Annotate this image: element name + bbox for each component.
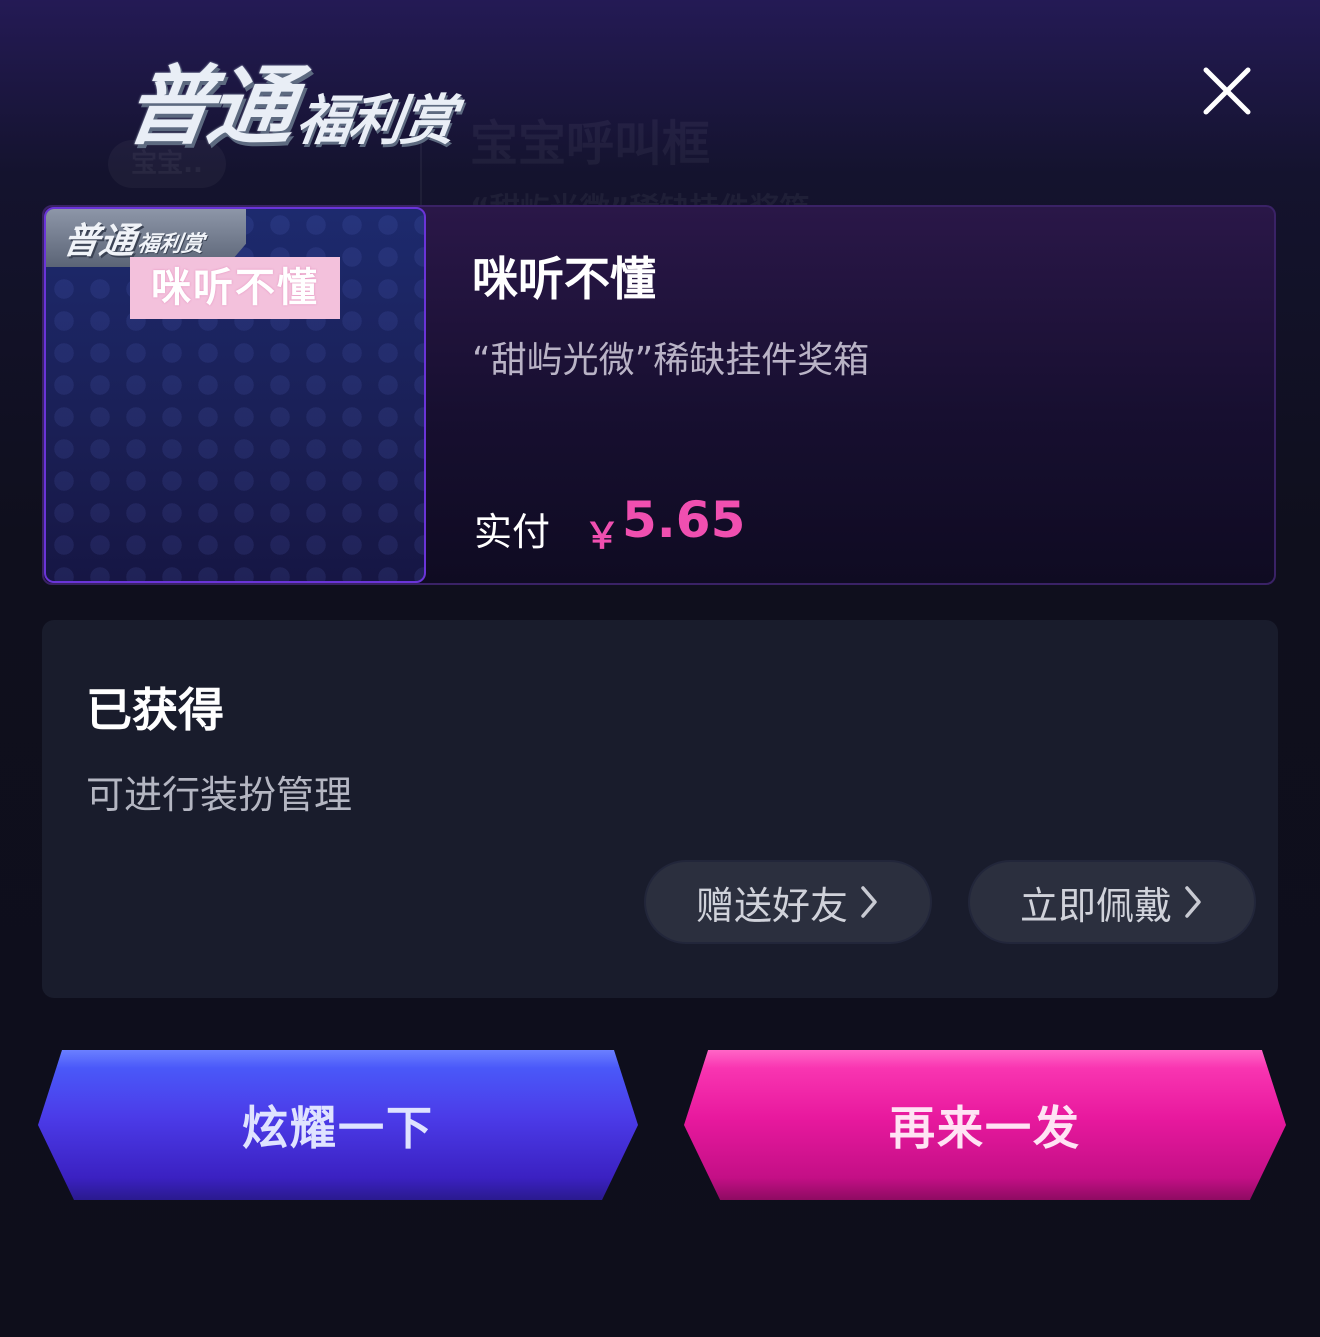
wear-now-button[interactable]: 立即佩戴 bbox=[968, 860, 1256, 944]
gift-friend-button[interactable]: 赠送好友 bbox=[644, 860, 932, 944]
reward-modal: 宝宝.. 宝宝呼叫框 “甜屿光微”稀缺挂件奖箱 普通 福利赏 普通 福利赏 咪听… bbox=[0, 0, 1320, 1337]
show-off-label: 炫耀一下 bbox=[242, 1101, 434, 1155]
logo-sub-text: 福利赏 bbox=[292, 89, 458, 152]
close-icon bbox=[1203, 67, 1251, 115]
tier-badge-main: 普通 bbox=[60, 221, 139, 262]
prize-thumbnail: 普通 福利赏 咪听不懂 bbox=[44, 207, 426, 583]
prize-preview-tag: 咪听不懂 bbox=[130, 257, 340, 319]
paid-amount: 5.65 bbox=[622, 491, 746, 549]
chevron-right-icon bbox=[1185, 886, 1201, 918]
ghost-title: 宝宝呼叫框 bbox=[470, 116, 711, 172]
close-button[interactable] bbox=[1198, 62, 1256, 120]
gift-friend-label: 赠送好友 bbox=[695, 883, 848, 928]
logo-main-text: 普通 bbox=[119, 57, 298, 157]
prize-description: “甜屿光微”稀缺挂件奖箱 bbox=[472, 340, 870, 381]
show-off-button[interactable]: 炫耀一下 bbox=[38, 1050, 638, 1200]
tier-badge-sub: 福利赏 bbox=[135, 232, 206, 257]
obtained-subtitle: 可进行装扮管理 bbox=[86, 773, 353, 817]
wear-now-label: 立即佩戴 bbox=[1019, 883, 1172, 928]
paid-label: 实付 bbox=[474, 510, 551, 554]
draw-again-label: 再来一发 bbox=[889, 1101, 1081, 1155]
prize-name: 咪听不懂 bbox=[472, 252, 656, 306]
chevron-right-icon bbox=[861, 886, 877, 918]
draw-again-button[interactable]: 再来一发 bbox=[684, 1050, 1286, 1200]
obtained-panel: 已获得 可进行装扮管理 赠送好友 立即佩戴 bbox=[42, 620, 1278, 998]
obtained-title: 已获得 bbox=[86, 683, 224, 737]
currency-symbol: ￥ bbox=[584, 516, 621, 557]
prize-card: 普通 福利赏 咪听不懂 咪听不懂 “甜屿光微”稀缺挂件奖箱 实付 ￥ 5.65 bbox=[42, 205, 1276, 585]
reward-tier-logo: 普通 福利赏 bbox=[120, 36, 458, 161]
